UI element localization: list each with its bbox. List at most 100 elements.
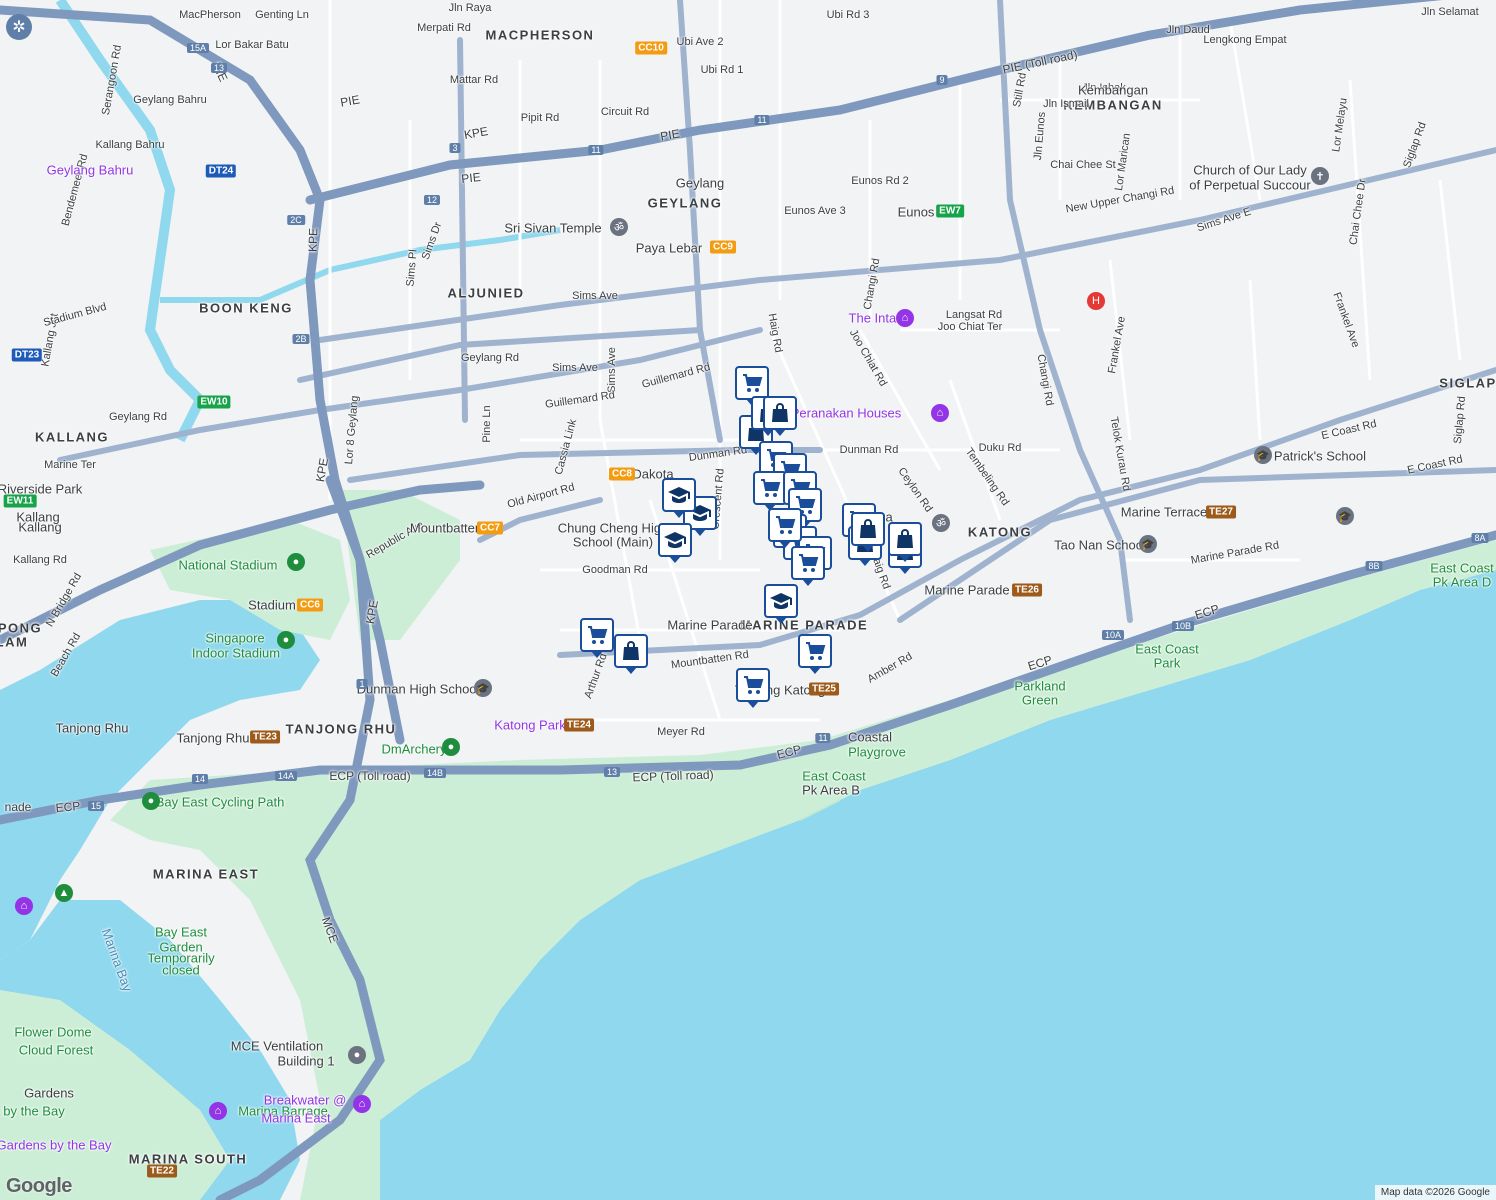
mrt-station-badge[interactable]: TE24 <box>564 718 594 732</box>
poi-label[interactable]: Peranakan Houses <box>791 406 902 421</box>
poi-label[interactable]: of Perpetual Succour <box>1189 178 1310 193</box>
poi-label[interactable]: Playgrove <box>848 745 906 760</box>
mrt-station-badge[interactable]: TE26 <box>1012 583 1042 597</box>
poi-label[interactable]: Katong Park <box>494 718 566 733</box>
tree-icon[interactable]: ▲ <box>55 884 73 902</box>
map-attribution[interactable]: Map data ©2026 Google <box>1374 1185 1496 1200</box>
poi-label[interactable]: St Patrick's School <box>1258 449 1366 464</box>
poi-label[interactable]: Kembangan <box>1078 83 1148 98</box>
poi-label[interactable]: Pk Area B <box>802 783 860 798</box>
poi-label[interactable]: Geylang <box>676 176 724 191</box>
bag-marker[interactable] <box>614 634 648 668</box>
poi-label[interactable]: Church of Our Lady <box>1193 163 1306 178</box>
school-icon[interactable]: 🎓 <box>1254 446 1272 464</box>
museum-icon[interactable]: ⌂ <box>931 404 949 422</box>
park-icon[interactable]: ● <box>442 738 460 756</box>
mrt-station-badge[interactable]: CC10 <box>635 41 667 55</box>
poi-label[interactable]: Park <box>1154 656 1181 671</box>
cart-marker[interactable] <box>580 618 614 652</box>
poi-label[interactable]: School (Main) <box>573 535 653 550</box>
poi-label[interactable]: Pk Area D <box>1433 575 1492 590</box>
hospital-icon[interactable]: H <box>1087 292 1105 310</box>
poi-label[interactable]: Gardens by the Bay <box>0 1138 111 1153</box>
poi-label[interactable]: Flower Dome <box>14 1025 91 1040</box>
park-icon[interactable]: ● <box>142 792 160 810</box>
stadium-icon[interactable]: ● <box>287 553 305 571</box>
poi-label[interactable]: Marine Terrace <box>1121 505 1207 520</box>
building-icon[interactable]: ● <box>348 1046 366 1064</box>
school-marker[interactable] <box>658 523 692 557</box>
poi-label[interactable]: East Coast <box>1135 642 1199 657</box>
poi-label[interactable]: Breakwater @ <box>264 1093 347 1108</box>
school-icon[interactable]: 🎓 <box>474 679 492 697</box>
mrt-station-badge[interactable]: TE27 <box>1206 505 1236 519</box>
school-marker[interactable] <box>662 478 696 512</box>
school-marker[interactable] <box>764 584 798 618</box>
poi-label[interactable]: Tanjong Rhu <box>177 731 250 746</box>
school-icon[interactable]: 🎓 <box>1139 535 1157 553</box>
temple-icon[interactable]: ॐ <box>610 218 628 236</box>
poi-label[interactable]: Marina East <box>261 1111 330 1126</box>
cart-marker[interactable] <box>753 471 787 505</box>
museum-icon[interactable]: ⌂ <box>896 309 914 327</box>
poi-label[interactable]: Green <box>1022 693 1058 708</box>
poi-label[interactable]: closed <box>162 963 200 978</box>
poi-label[interactable]: Marine Parade <box>924 583 1009 598</box>
poi-label[interactable]: Tao Nan School <box>1054 538 1146 553</box>
poi-label[interactable]: Singapore <box>205 631 264 646</box>
mrt-station-badge[interactable]: EW10 <box>197 395 231 409</box>
cart-marker[interactable] <box>768 508 802 542</box>
mrt-station-badge[interactable]: DT24 <box>205 164 237 178</box>
cart-marker[interactable] <box>798 634 832 668</box>
poi-label[interactable]: Stadium <box>248 598 296 613</box>
poi-label[interactable]: Building 1 <box>277 1054 334 1069</box>
poi-label[interactable]: Parkland <box>1014 679 1065 694</box>
mrt-station-badge[interactable]: EW7 <box>936 204 964 218</box>
poi-label[interactable]: Kallang <box>16 510 59 525</box>
poi-label[interactable]: East Coast <box>802 769 866 784</box>
poi-label[interactable]: by the Bay <box>3 1104 64 1119</box>
bag-marker[interactable] <box>763 396 797 430</box>
school-icon[interactable]: 🎓 <box>1336 507 1354 525</box>
mrt-station-badge[interactable]: TE23 <box>250 730 280 744</box>
cart-marker[interactable] <box>736 668 770 702</box>
stadium-icon[interactable]: ● <box>277 631 295 649</box>
church-icon[interactable]: ✝ <box>1311 167 1329 185</box>
museum-icon[interactable]: ⌂ <box>209 1102 227 1120</box>
poi-label[interactable]: Geylang Bahru <box>47 163 134 178</box>
temple-icon[interactable]: ॐ <box>932 514 950 532</box>
poi-label[interactable]: Coastal <box>848 730 892 745</box>
poi-label[interactable]: East Coast <box>1430 561 1494 576</box>
poi-label[interactable]: Dunman High School <box>357 682 480 697</box>
poi-label[interactable]: Indoor Stadium <box>192 646 280 661</box>
mrt-station-badge[interactable]: EW11 <box>3 494 37 508</box>
mrt-station-badge[interactable]: TE25 <box>809 682 839 696</box>
bag-marker[interactable] <box>851 512 885 546</box>
cart-marker[interactable] <box>735 366 769 400</box>
poi-label[interactable]: Cloud Forest <box>19 1043 93 1058</box>
poi-label[interactable]: Marine Parade <box>667 618 752 633</box>
poi-label[interactable]: Tanjong Rhu <box>56 721 129 736</box>
poi-label[interactable]: Eunos <box>898 205 935 220</box>
mrt-station-badge[interactable]: CC7 <box>476 521 504 535</box>
poi-label[interactable]: Gardens <box>24 1086 74 1101</box>
mrt-station-badge[interactable]: CC8 <box>608 467 636 481</box>
poi-label[interactable]: Chung Cheng High <box>558 521 669 536</box>
poi-label[interactable]: Mountbatten <box>410 521 482 536</box>
museum-icon[interactable]: ⌂ <box>353 1095 371 1113</box>
poi-label[interactable]: MCE Ventilation <box>231 1039 324 1054</box>
settings-icon[interactable]: ✲ <box>6 14 32 40</box>
poi-label[interactable]: Bay East Cycling Path <box>156 795 285 810</box>
poi-label[interactable]: Paya Lebar <box>636 241 703 256</box>
mrt-station-badge[interactable]: DT23 <box>11 348 43 362</box>
poi-label[interactable]: DmArchery <box>381 742 446 757</box>
poi-label[interactable]: Bay East <box>155 925 207 940</box>
cart-marker[interactable] <box>791 546 825 580</box>
mrt-station-badge[interactable]: CC9 <box>709 240 737 254</box>
poi-label[interactable]: National Stadium <box>179 558 278 573</box>
bag-marker[interactable] <box>888 522 922 556</box>
poi-label[interactable]: Sri Sivan Temple <box>504 221 601 236</box>
mrt-station-badge[interactable]: TE22 <box>147 1164 177 1178</box>
museum-icon[interactable]: ⌂ <box>15 897 33 915</box>
mrt-station-badge[interactable]: CC6 <box>296 598 324 612</box>
